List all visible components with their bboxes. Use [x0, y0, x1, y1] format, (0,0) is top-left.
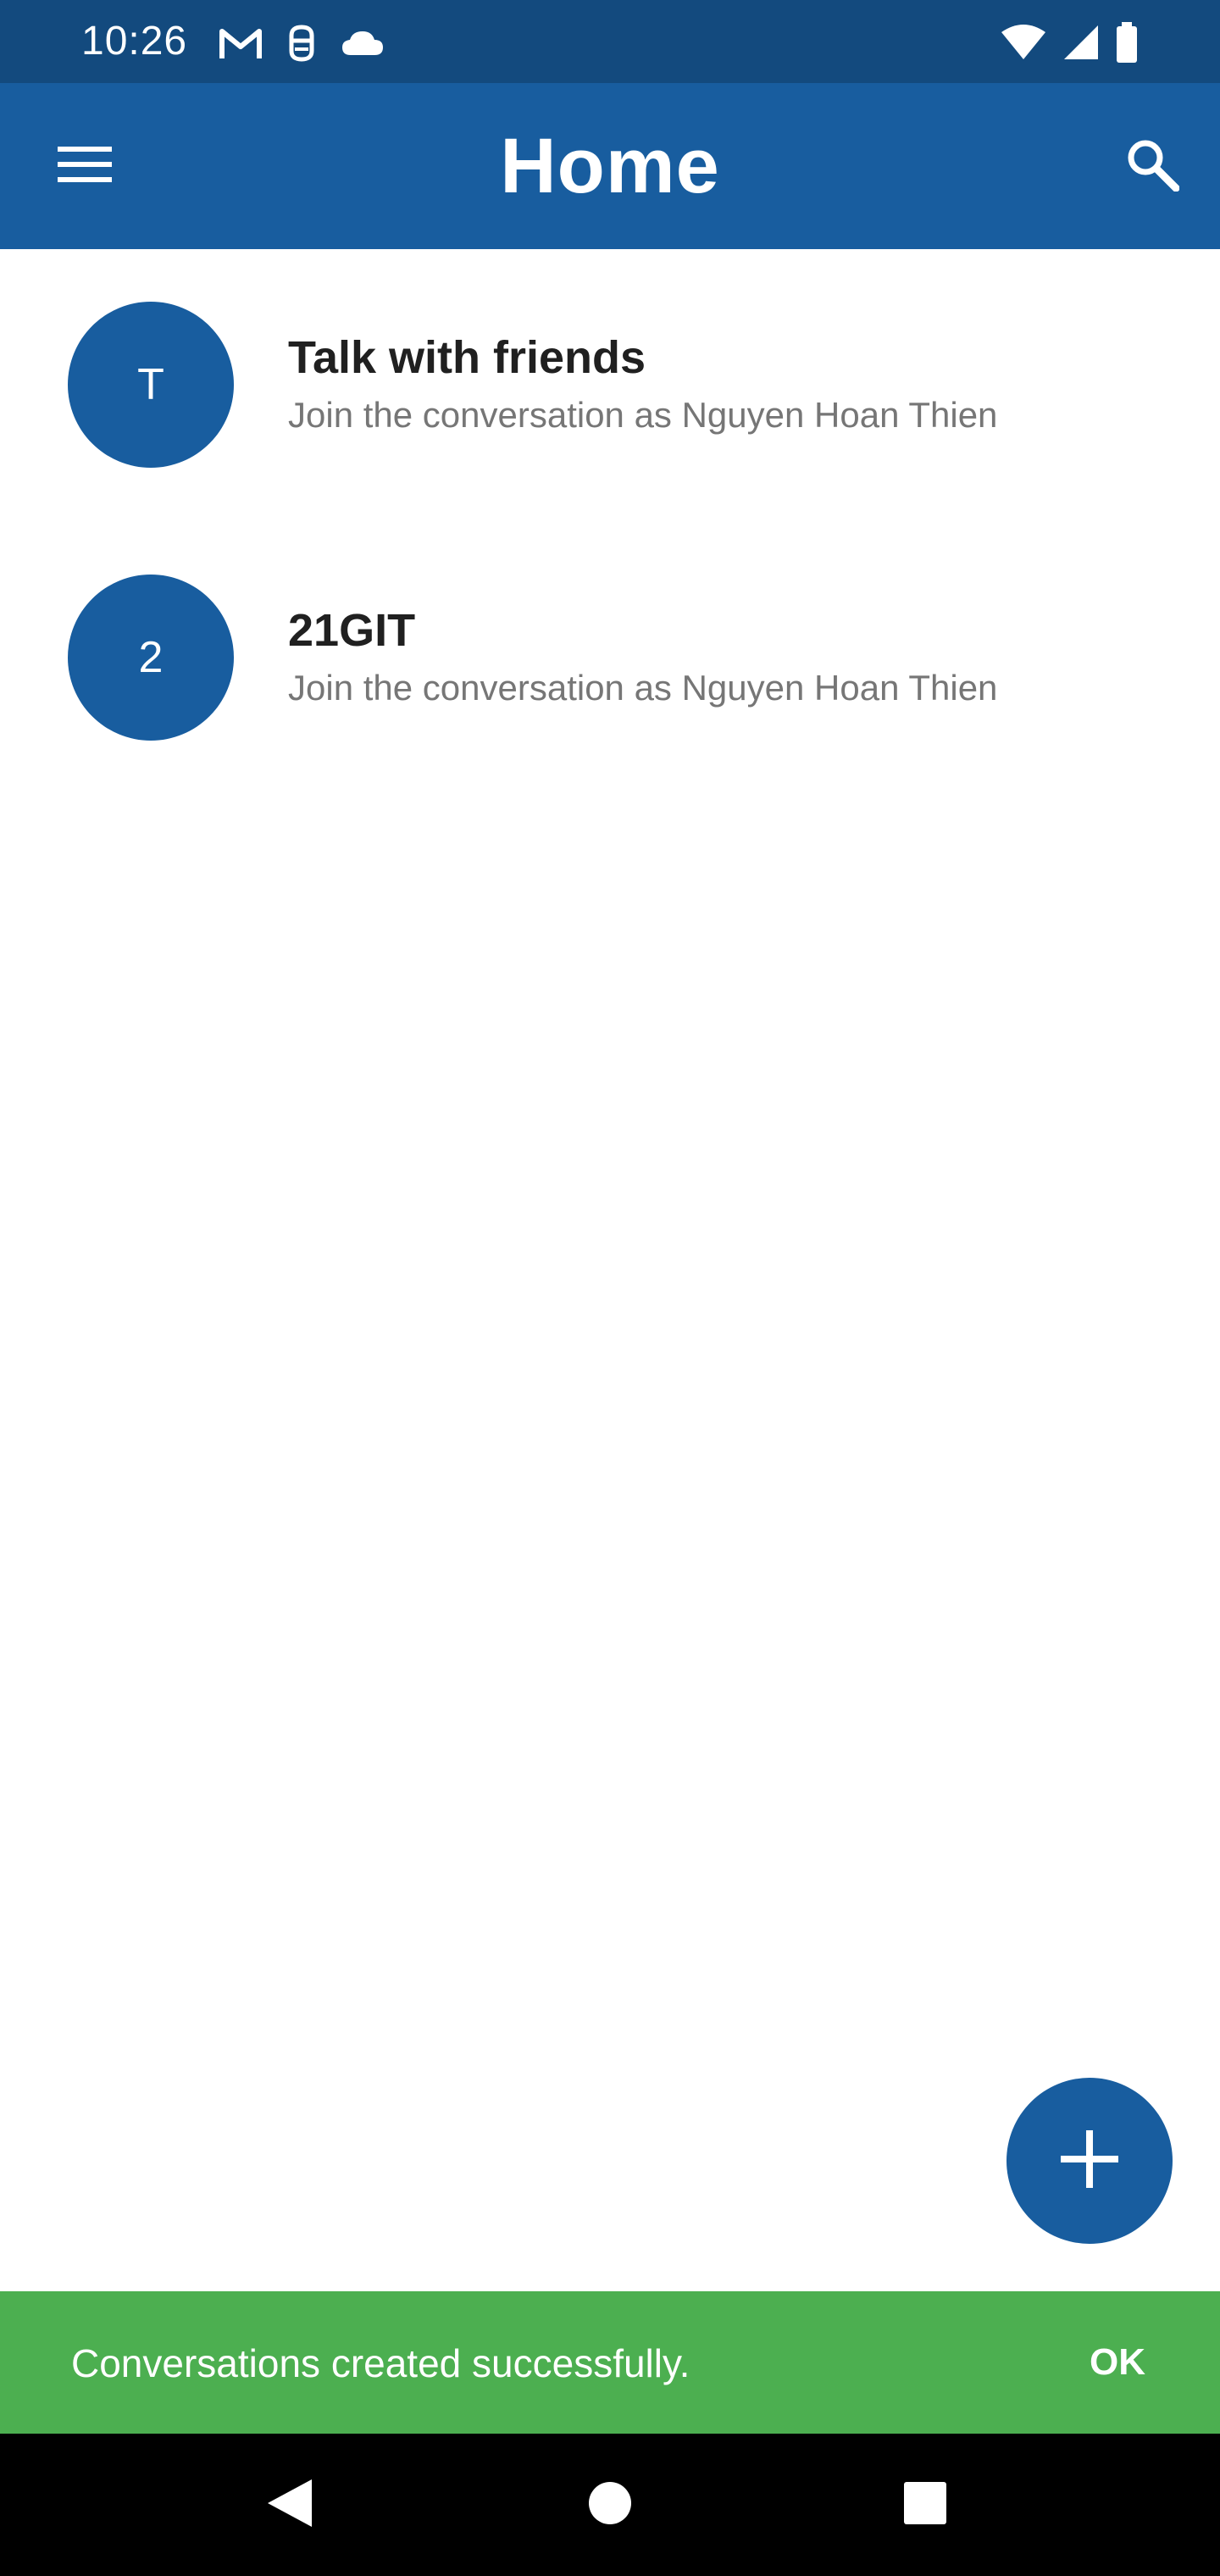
status-bar: 10:26	[0, 0, 1220, 83]
conversation-item-21git[interactable]: 2 21GIT Join the conversation as Nguyen …	[0, 522, 1220, 795]
recents-icon	[903, 2481, 947, 2529]
back-icon	[266, 2478, 313, 2533]
recents-button[interactable]	[883, 2462, 968, 2547]
cloud-icon	[341, 30, 385, 57]
signal-icon	[1062, 24, 1100, 61]
battery-icon	[1115, 22, 1139, 63]
conversation-title: Talk with friends	[288, 332, 646, 383]
snackbar-ok-button[interactable]: OK	[1054, 2322, 1181, 2403]
search-icon	[1125, 137, 1180, 196]
conversation-subtitle: Join the conversation as Nguyen Hoan Thi…	[288, 668, 998, 708]
back-button[interactable]	[247, 2462, 332, 2547]
conversation-title: 21GIT	[288, 605, 416, 656]
snackbar-message: Conversations created successfully.	[71, 2341, 690, 2385]
navigation-bar	[0, 2434, 1220, 2576]
home-button[interactable]	[568, 2462, 652, 2547]
page-title: Home	[500, 123, 720, 209]
snackbar: Conversations created successfully. OK	[0, 2291, 1220, 2434]
search-button[interactable]	[1110, 124, 1195, 208]
wifi-icon	[1000, 24, 1047, 61]
conversation-list: T Talk with friends Join the conversatio…	[0, 249, 1220, 795]
status-right-icons	[1000, 19, 1139, 66]
avatar: T	[68, 302, 234, 468]
home-icon	[588, 2481, 632, 2529]
conversation-item-talk-with-friends[interactable]: T Talk with friends Join the conversatio…	[0, 249, 1220, 522]
status-left-icons	[219, 22, 385, 64]
plus-icon	[1061, 2129, 1118, 2192]
conversation-subtitle: Join the conversation as Nguyen Hoan Thi…	[288, 395, 998, 435]
status-time: 10:26	[81, 19, 188, 64]
avatar: 2	[68, 575, 234, 741]
app-notification-icon	[286, 24, 317, 63]
app-bar: Home	[0, 83, 1220, 249]
gmail-icon	[219, 26, 263, 60]
add-conversation-button[interactable]	[1006, 2078, 1173, 2244]
